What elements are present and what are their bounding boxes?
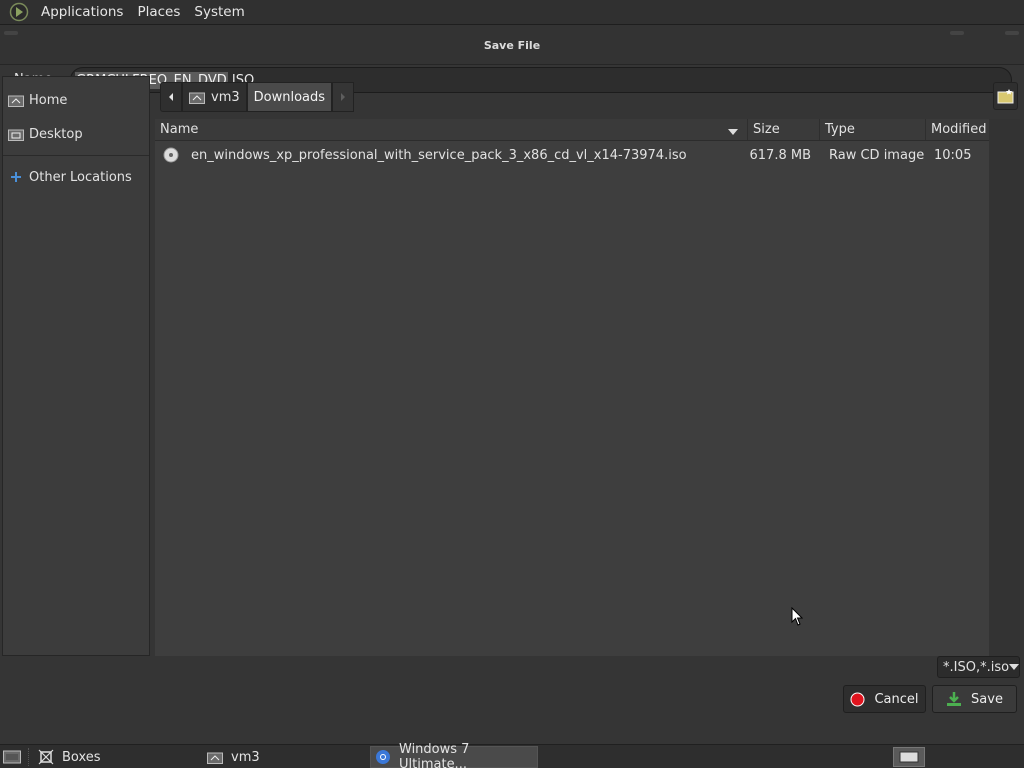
path-bar: vm3 Downloads <box>160 82 355 112</box>
browser-app-icon <box>375 749 391 765</box>
path-segment-label: vm3 <box>211 89 240 105</box>
sidebar-divider <box>3 155 149 156</box>
show-desktop-button[interactable] <box>1 746 23 768</box>
top-panel: Applications Places System <box>0 0 1024 24</box>
column-header-size[interactable]: Size <box>748 119 820 140</box>
dialog-title: Save File <box>483 39 541 52</box>
file-modified: 10:05 <box>934 147 972 163</box>
folder-icon <box>207 751 223 764</box>
menu-applications[interactable]: Applications <box>34 0 130 24</box>
file-name: en_windows_xp_professional_with_service_… <box>191 147 687 163</box>
file-type: Raw CD image <box>829 147 925 163</box>
taskbar: Boxes vm3 Windows 7 Ultimate... <box>0 742 1024 768</box>
dialog-titlebar[interactable]: Save File <box>0 25 1024 65</box>
file-list-header: Name Size Type Modified <box>155 119 989 141</box>
cancel-icon <box>850 692 865 707</box>
plus-icon <box>7 170 25 184</box>
mate-logo-icon[interactable] <box>8 1 30 23</box>
titlebar-decoration <box>4 31 18 35</box>
column-label: Type <box>825 122 855 137</box>
places-sidebar: Home Desktop Other Locations <box>2 76 150 656</box>
mouse-cursor-icon <box>791 606 804 631</box>
column-label: Modified <box>931 122 987 137</box>
column-label: Size <box>753 122 780 137</box>
path-segment-label: Downloads <box>253 89 326 105</box>
filter-value: *.ISO,*.iso <box>943 659 1010 675</box>
workspace-switcher[interactable] <box>893 747 925 767</box>
table-row[interactable]: en_windows_xp_professional_with_service_… <box>155 141 989 169</box>
sidebar-item-home[interactable]: Home <box>3 83 149 117</box>
taskbar-item-vm3[interactable]: vm3 <box>205 746 365 768</box>
menu-places[interactable]: Places <box>130 0 187 24</box>
taskbar-item-label: Boxes <box>62 749 101 765</box>
home-folder-icon <box>7 93 25 107</box>
name-row: Name: GRMCULFREO_EN_DVD.ISO <box>0 66 1024 100</box>
menu-system[interactable]: System <box>187 0 251 24</box>
save-button[interactable]: Save <box>932 685 1017 713</box>
taskbar-item-label: Windows 7 Ultimate... <box>399 742 470 768</box>
taskbar-item-label: vm3 <box>231 749 260 765</box>
file-list: Name Size Type Modified en_windows_xp_pr… <box>155 119 989 656</box>
taskbar-separator <box>28 748 30 766</box>
path-scroll-right-button[interactable] <box>332 82 355 112</box>
path-segment-downloads[interactable]: Downloads <box>246 82 333 112</box>
sidebar-item-desktop[interactable]: Desktop <box>3 117 149 151</box>
taskbar-item-boxes[interactable]: Boxes <box>36 746 200 768</box>
file-list-scroll-area[interactable] <box>989 119 1020 656</box>
disc-image-icon <box>163 147 179 163</box>
titlebar-decoration <box>950 31 964 35</box>
file-type-filter-select[interactable]: *.ISO,*.iso <box>937 656 1020 678</box>
column-header-modified[interactable]: Modified <box>926 119 989 140</box>
sidebar-item-other-locations[interactable]: Other Locations <box>3 160 149 194</box>
path-segment-vm3[interactable]: vm3 <box>182 82 247 112</box>
taskbar-item-windows7[interactable]: Windows 7 Ultimate... <box>370 742 538 768</box>
column-header-name[interactable]: Name <box>155 119 748 140</box>
save-download-icon <box>946 691 962 707</box>
column-header-type[interactable]: Type <box>820 119 926 140</box>
sidebar-item-label: Desktop <box>29 126 83 142</box>
save-label: Save <box>971 691 1003 707</box>
boxes-app-icon <box>38 749 54 765</box>
sort-descending-icon <box>727 125 739 140</box>
titlebar-decoration <box>1005 31 1019 35</box>
sidebar-item-label: Other Locations <box>29 169 132 185</box>
sidebar-item-label: Home <box>29 92 68 108</box>
path-scroll-left-button[interactable] <box>160 82 182 112</box>
desktop-folder-icon <box>7 127 25 141</box>
file-size: 617.8 MB <box>749 147 811 163</box>
new-folder-icon <box>997 88 1015 104</box>
folder-icon <box>189 91 205 104</box>
chevron-down-icon <box>1009 664 1020 670</box>
create-folder-button[interactable] <box>993 82 1018 110</box>
cancel-button[interactable]: Cancel <box>843 685 926 713</box>
column-label: Name <box>160 122 199 137</box>
cancel-label: Cancel <box>874 691 919 707</box>
